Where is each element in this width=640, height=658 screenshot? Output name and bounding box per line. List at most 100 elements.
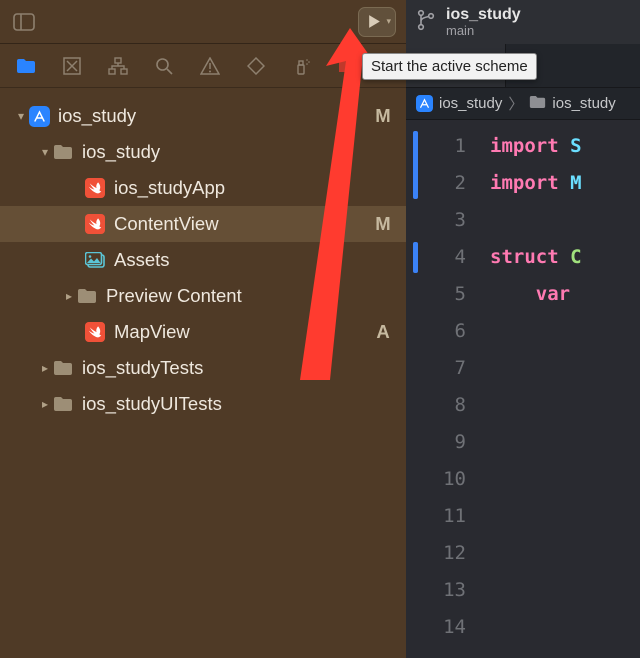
- navigator-tests-tab[interactable]: [244, 54, 268, 78]
- scheme-title: ios_study: [446, 6, 521, 24]
- code-line[interactable]: [490, 609, 582, 646]
- line-number: 8: [406, 387, 466, 424]
- breakpoint-icon: [338, 59, 358, 73]
- tree-item-label: Preview Content: [106, 285, 372, 307]
- chevron-icon[interactable]: ▾: [38, 145, 52, 159]
- tree-item-label: ios_studyUITests: [82, 393, 372, 415]
- navigator-tab-bar: [0, 44, 406, 88]
- diamond-icon: [247, 57, 265, 75]
- line-number: 6: [406, 313, 466, 350]
- main-toolbar: ▾: [0, 0, 406, 44]
- code-line[interactable]: struct C: [490, 239, 582, 276]
- code-line[interactable]: [490, 387, 582, 424]
- scm-status-badge: A: [372, 321, 394, 343]
- xcode-project-icon: [416, 95, 433, 112]
- navigator-debug-tab[interactable]: [290, 54, 314, 78]
- path-file: ios_study: [552, 95, 615, 112]
- chevron-down-icon[interactable]: ▾: [14, 109, 28, 123]
- assets-icon: [84, 252, 106, 268]
- scheme-branch: main: [446, 24, 521, 38]
- folder-icon: [52, 396, 74, 412]
- source-code[interactable]: import Simport M struct C var: [484, 120, 582, 658]
- change-marker: [413, 131, 418, 199]
- code-line[interactable]: import M: [490, 165, 582, 202]
- folder-icon: [16, 58, 36, 74]
- swift-icon: [84, 178, 106, 198]
- tree-item-label: ios_study: [82, 141, 372, 163]
- navigator-symbols-tab[interactable]: [106, 54, 130, 78]
- tree-item[interactable]: Assets: [0, 242, 406, 278]
- tree-item[interactable]: MapViewA: [0, 314, 406, 350]
- folder-icon: [76, 288, 98, 304]
- xcode-project-icon: [28, 106, 50, 127]
- navigator-find-tab[interactable]: [152, 54, 176, 78]
- change-marker: [413, 242, 418, 273]
- folder-icon: [529, 95, 546, 113]
- tree-item-label: ios_study: [58, 105, 372, 127]
- tree-item[interactable]: ios_studyApp: [0, 170, 406, 206]
- source-control-icon: [63, 57, 81, 75]
- tree-item[interactable]: ▸ Preview Content: [0, 278, 406, 314]
- scm-status-badge: M: [372, 105, 394, 127]
- navigator-issues-tab[interactable]: [198, 54, 222, 78]
- line-number: 12: [406, 535, 466, 572]
- swift-icon: [84, 322, 106, 342]
- run-scheme-chevron-icon[interactable]: ▾: [386, 16, 391, 27]
- code-line[interactable]: [490, 424, 582, 461]
- code-line[interactable]: [490, 572, 582, 609]
- navigator-sidebar: ▾: [0, 0, 406, 658]
- code-line[interactable]: import S: [490, 128, 582, 165]
- line-number: 9: [406, 424, 466, 461]
- tree-item-label: ContentView: [114, 213, 372, 235]
- tree-project-root[interactable]: ▾ ios_study M: [0, 98, 406, 134]
- hierarchy-icon: [108, 57, 128, 75]
- navigator-project-tab[interactable]: [14, 54, 38, 78]
- line-number: 13: [406, 572, 466, 609]
- navigator-source-control-tab[interactable]: [60, 54, 84, 78]
- scm-status-badge: M: [372, 213, 394, 235]
- tree-item-label: ios_studyApp: [114, 177, 372, 199]
- code-editor[interactable]: 1234567891011121314 import Simport Mstru…: [406, 120, 640, 658]
- toggle-sidebar-button[interactable]: [10, 8, 38, 36]
- line-number: 7: [406, 350, 466, 387]
- folder-icon: [52, 144, 74, 160]
- tree-item[interactable]: ▸ ios_studyTests: [0, 350, 406, 386]
- line-number-gutter: 1234567891011121314: [406, 120, 484, 658]
- line-number: 11: [406, 498, 466, 535]
- code-line[interactable]: [490, 313, 582, 350]
- branch-icon: [416, 9, 436, 36]
- project-tree: ▾ ios_study M ▾ ios_study ios_studyApp Cont…: [0, 88, 406, 658]
- tree-item[interactable]: ▸ ios_studyUITests: [0, 386, 406, 422]
- line-number: 14: [406, 609, 466, 646]
- line-number: 10: [406, 461, 466, 498]
- code-line[interactable]: [490, 535, 582, 572]
- chevron-right-icon: 〉: [508, 93, 523, 114]
- sidebar-toggle-icon: [13, 13, 35, 31]
- tree-item-label: Assets: [114, 249, 372, 271]
- tree-item-label: ios_studyTests: [82, 357, 372, 379]
- warning-icon: [200, 57, 220, 75]
- swift-icon: [84, 214, 106, 234]
- code-line[interactable]: [490, 461, 582, 498]
- tree-item-label: MapView: [114, 321, 372, 343]
- code-line[interactable]: [490, 498, 582, 535]
- navigator-breakpoints-tab[interactable]: [336, 54, 360, 78]
- path-bar[interactable]: ios_study 〉 ios_study: [406, 88, 640, 120]
- line-number: 5: [406, 276, 466, 313]
- run-button-tooltip: Start the active scheme: [362, 53, 537, 80]
- code-line[interactable]: [490, 202, 582, 239]
- spray-icon: [293, 57, 311, 75]
- line-number: 3: [406, 202, 466, 239]
- scheme-bar[interactable]: ios_study main: [406, 0, 640, 44]
- tree-item[interactable]: ▾ ios_study: [0, 134, 406, 170]
- tree-item[interactable]: ContentViewM: [0, 206, 406, 242]
- code-line[interactable]: var: [490, 276, 582, 313]
- chevron-icon[interactable]: ▸: [62, 289, 76, 303]
- chevron-icon[interactable]: ▸: [38, 361, 52, 375]
- code-line[interactable]: [490, 350, 582, 387]
- run-button[interactable]: ▾: [358, 7, 396, 37]
- chevron-icon[interactable]: ▸: [38, 397, 52, 411]
- path-project: ios_study: [439, 95, 502, 112]
- folder-icon: [52, 360, 74, 376]
- editor-area: ios_study main Content ios_study 〉 ios_s…: [406, 0, 640, 658]
